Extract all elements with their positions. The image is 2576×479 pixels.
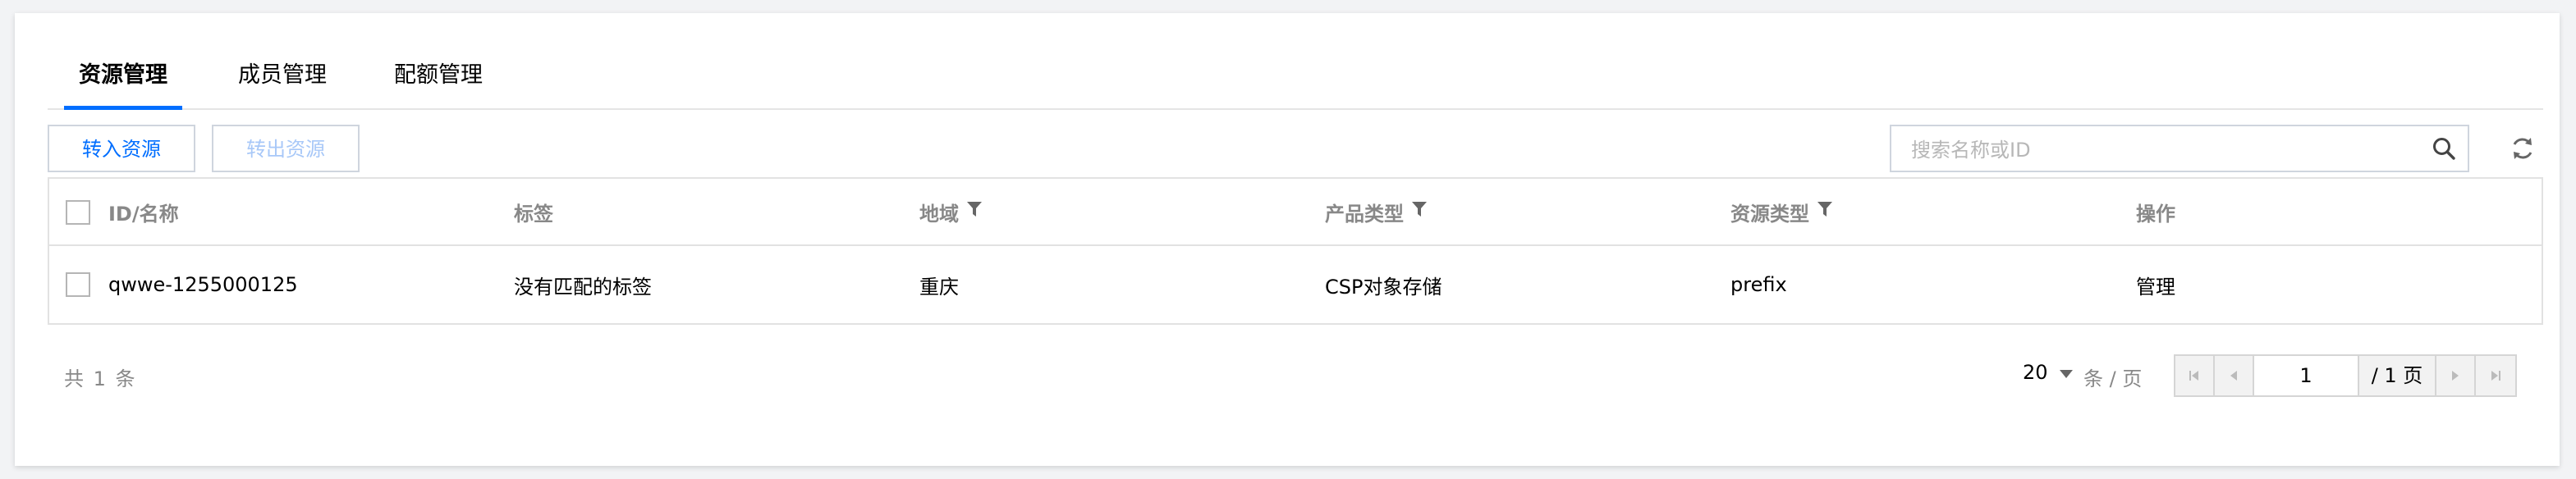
- table-row: qwwe-1255000125 没有匹配的标签 重庆 CSP对象存储 prefi…: [49, 246, 2542, 323]
- tab-bar: 资源管理 成员管理 配额管理: [48, 52, 2543, 110]
- resource-product-type: CSP对象存储: [1325, 275, 1442, 299]
- prev-page-icon: [2230, 371, 2237, 381]
- first-page-icon: [2189, 371, 2198, 381]
- page-size-select[interactable]: 20: [2023, 361, 2073, 384]
- resource-id-link[interactable]: qwwe-1255000125: [108, 246, 298, 323]
- last-page-icon: [2491, 371, 2500, 381]
- last-page-button[interactable]: [2476, 356, 2515, 395]
- select-all-checkbox[interactable]: [66, 200, 90, 225]
- filter-icon[interactable]: [1817, 202, 1832, 218]
- search-icon[interactable]: [2432, 136, 2456, 161]
- table-header: ID/名称 标签 地域 产品类型 资源类型 操作: [49, 179, 2542, 246]
- column-header-region: 地域: [919, 179, 982, 244]
- per-page-label: 条 / 页: [2083, 367, 2143, 390]
- transfer-out-button[interactable]: 转出资源: [212, 125, 360, 172]
- tab-member-management[interactable]: 成员管理: [238, 52, 327, 108]
- total-pages: / 1 页: [2359, 356, 2436, 395]
- tab-resource-management[interactable]: 资源管理: [64, 52, 182, 110]
- column-header-tag: 标签: [514, 202, 553, 226]
- filter-icon[interactable]: [967, 202, 982, 218]
- page-size-value: 20: [2023, 361, 2048, 384]
- resource-type: prefix: [1730, 273, 1787, 296]
- transfer-in-button[interactable]: 转入资源: [48, 125, 195, 172]
- column-header-id-name: ID/名称: [108, 202, 179, 226]
- column-header-product-type: 产品类型: [1325, 179, 1427, 244]
- first-page-button[interactable]: [2175, 356, 2215, 395]
- prev-page-button[interactable]: [2215, 356, 2254, 395]
- column-header-resource-type: 资源类型: [1730, 179, 1832, 244]
- row-checkbox[interactable]: [66, 272, 90, 297]
- next-page-button[interactable]: [2436, 356, 2476, 395]
- resource-region: 重庆: [919, 275, 959, 299]
- tab-quota-management[interactable]: 配额管理: [394, 52, 483, 108]
- total-count: 共 1 条: [64, 367, 137, 390]
- page-number-input[interactable]: [2254, 356, 2359, 395]
- resource-panel: 资源管理 成员管理 配额管理 转入资源 转出资源 ID/名称 标签 地域 产品类…: [15, 13, 2560, 466]
- column-header-action: 操作: [2136, 202, 2175, 226]
- next-page-icon: [2452, 371, 2459, 381]
- search-box: [1890, 125, 2469, 172]
- resource-table: ID/名称 标签 地域 产品类型 资源类型 操作 qwwe-1255000125…: [48, 177, 2543, 325]
- resource-tag: 没有匹配的标签: [514, 275, 652, 299]
- filter-icon[interactable]: [1412, 202, 1427, 218]
- refresh-icon[interactable]: [2509, 135, 2537, 162]
- search-input[interactable]: [1909, 135, 2405, 166]
- chevron-down-icon: [2059, 370, 2073, 378]
- manage-link[interactable]: 管理: [2136, 246, 2175, 323]
- pagination: / 1 页: [2174, 354, 2517, 397]
